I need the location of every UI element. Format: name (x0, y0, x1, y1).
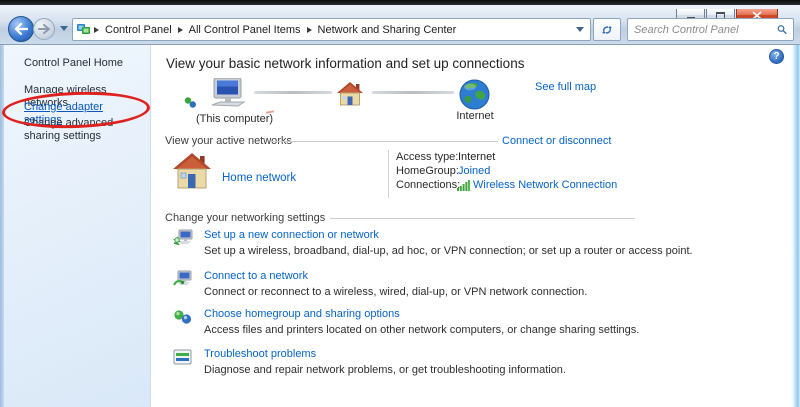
homegroup-joined-link[interactable]: Joined (458, 165, 490, 177)
refresh-button[interactable] (593, 18, 621, 41)
navigation-bar: Control Panel All Control Panel Items Ne… (8, 18, 792, 42)
window-right-edge (792, 45, 800, 407)
breadcrumb-separator-icon (94, 27, 99, 33)
this-computer-label: (This computer) (196, 113, 273, 125)
forward-arrow-icon (38, 24, 50, 34)
recent-pages-dropdown-icon[interactable] (60, 26, 68, 31)
details-divider (388, 150, 389, 198)
page-title: View your basic network information and … (166, 56, 524, 71)
setup-new-connection-desc: Set up a wireless, broadband, dial-up, a… (204, 245, 693, 257)
address-bar[interactable]: Control Panel All Control Panel Items Ne… (72, 18, 591, 41)
back-button[interactable] (8, 16, 34, 42)
section-rule (272, 141, 498, 142)
signal-strength-icon (457, 180, 470, 191)
breadcrumb-separator-icon (307, 27, 312, 33)
sidebar-item-change-advanced-sharing-settings[interactable]: Change advanced sharing settings (24, 117, 142, 143)
network-nodes-icon (184, 96, 197, 109)
network-sharing-center-window: Control Panel All Control Panel Items Ne… (0, 0, 800, 407)
setup-new-connection-link[interactable]: Set up a new connection or network (204, 229, 379, 241)
refresh-icon (600, 24, 614, 36)
breadcrumb-item-network-sharing[interactable]: Network and Sharing Center (315, 24, 460, 36)
sidebar-item-control-panel-home[interactable]: Control Panel Home (24, 57, 123, 69)
see-full-map-link[interactable]: See full map (535, 81, 596, 93)
connect-to-network-icon (173, 270, 193, 288)
homegroup-options-icon (173, 308, 193, 326)
home-network-link[interactable]: Home network (222, 172, 296, 184)
connect-or-disconnect-link[interactable]: Connect or disconnect (502, 135, 611, 147)
internet-globe-icon[interactable] (459, 79, 490, 110)
troubleshoot-icon (173, 348, 193, 366)
connect-to-network-desc: Connect or reconnect to a wireless, wire… (204, 286, 587, 298)
main-content: ? View your basic network information an… (152, 45, 792, 407)
connect-to-network-link[interactable]: Connect to a network (204, 270, 308, 282)
home-network-icon[interactable] (172, 152, 212, 190)
access-type-label: Access type: (396, 151, 458, 163)
homegroup-options-link[interactable]: Choose homegroup and sharing options (204, 308, 400, 320)
back-arrow-icon (14, 23, 28, 35)
troubleshoot-problems-desc: Diagnose and repair network problems, or… (204, 364, 566, 376)
map-connector-line (254, 91, 332, 94)
forward-button[interactable] (33, 18, 55, 40)
this-computer-icon[interactable] (208, 78, 248, 110)
title-bar: Control Panel All Control Panel Items Ne… (0, 5, 800, 45)
breadcrumb-separator-icon (178, 27, 183, 33)
networking-settings-header: Change your networking settings (165, 212, 325, 224)
breadcrumb-item-all-items[interactable]: All Control Panel Items (186, 24, 304, 36)
address-dropdown-icon[interactable] (576, 27, 584, 32)
wireless-network-connection-link[interactable]: Wireless Network Connection (473, 179, 617, 191)
section-rule (330, 218, 635, 219)
search-box (627, 18, 794, 41)
homegroup-label: HomeGroup: (396, 165, 459, 177)
control-panel-icon (77, 23, 91, 36)
internet-label: Internet (455, 110, 495, 122)
search-input[interactable] (634, 24, 777, 36)
help-icon[interactable]: ? (769, 49, 784, 64)
connections-label: Connections: (396, 179, 460, 191)
search-icon[interactable] (777, 23, 787, 36)
home-network-map-icon[interactable] (336, 81, 364, 107)
access-type-value: Internet (458, 151, 495, 163)
troubleshoot-problems-link[interactable]: Troubleshoot problems (204, 348, 316, 360)
map-connector-line (372, 91, 454, 94)
breadcrumb-item-control-panel[interactable]: Control Panel (102, 24, 175, 36)
sidebar: Control Panel Home Manage wireless netwo… (4, 45, 151, 407)
homegroup-options-desc: Access files and printers located on oth… (204, 324, 639, 336)
new-connection-icon (173, 229, 193, 247)
